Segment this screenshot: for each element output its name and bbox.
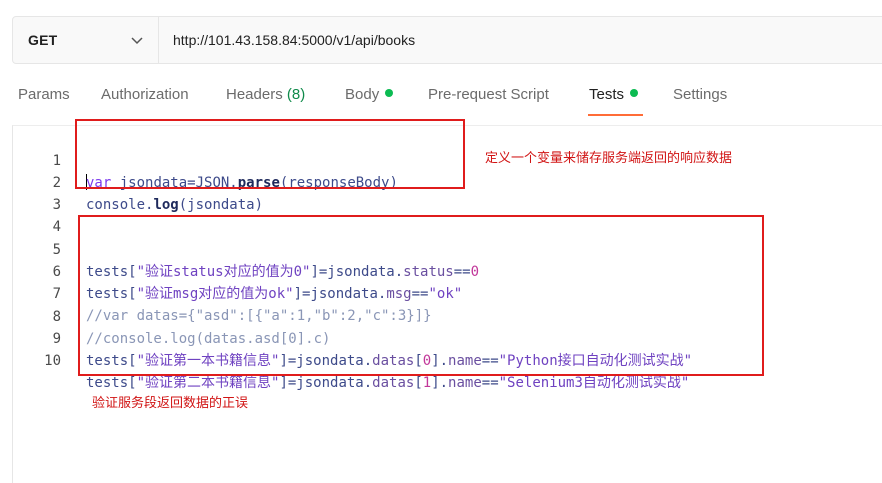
active-tab-indicator	[588, 114, 643, 116]
method-label: GET	[28, 32, 58, 48]
method-select[interactable]: GET	[13, 17, 159, 63]
tab-body[interactable]: Body	[345, 86, 394, 103]
headers-count: (8)	[286, 86, 306, 103]
tests-status-dot-icon	[630, 89, 639, 97]
tab-body-label: Body	[345, 86, 380, 103]
tab-authorization[interactable]: Authorization	[101, 86, 189, 103]
annotation-box-1	[75, 119, 465, 189]
annotation-note-2: 验证服务段返回数据的正误	[92, 395, 249, 410]
tab-params[interactable]: Params	[18, 86, 70, 103]
code-line: 4	[13, 194, 873, 235]
tab-tests[interactable]: Tests	[589, 86, 639, 103]
request-bar: GET http://101.43.158.84:5000/v1/api/boo…	[12, 16, 882, 64]
body-status-dot-icon	[385, 89, 394, 97]
tab-prerequest-script[interactable]: Pre-request Script	[428, 86, 549, 103]
annotation-note-1: 定义一个变量来储存服务端返回的响应数据	[485, 150, 733, 165]
tab-headers[interactable]: Headers (8)	[226, 86, 305, 103]
tab-settings[interactable]: Settings	[673, 86, 727, 103]
annotation-box-2	[78, 215, 764, 376]
url-input[interactable]: http://101.43.158.84:5000/v1/api/books	[159, 17, 882, 63]
tab-tests-label: Tests	[589, 86, 625, 103]
chevron-down-icon	[131, 37, 143, 45]
tab-headers-label: Headers	[226, 86, 283, 103]
line-number: 10	[44, 353, 61, 369]
request-tabs: Params Authorization Headers (8) Body Pr…	[0, 82, 882, 118]
